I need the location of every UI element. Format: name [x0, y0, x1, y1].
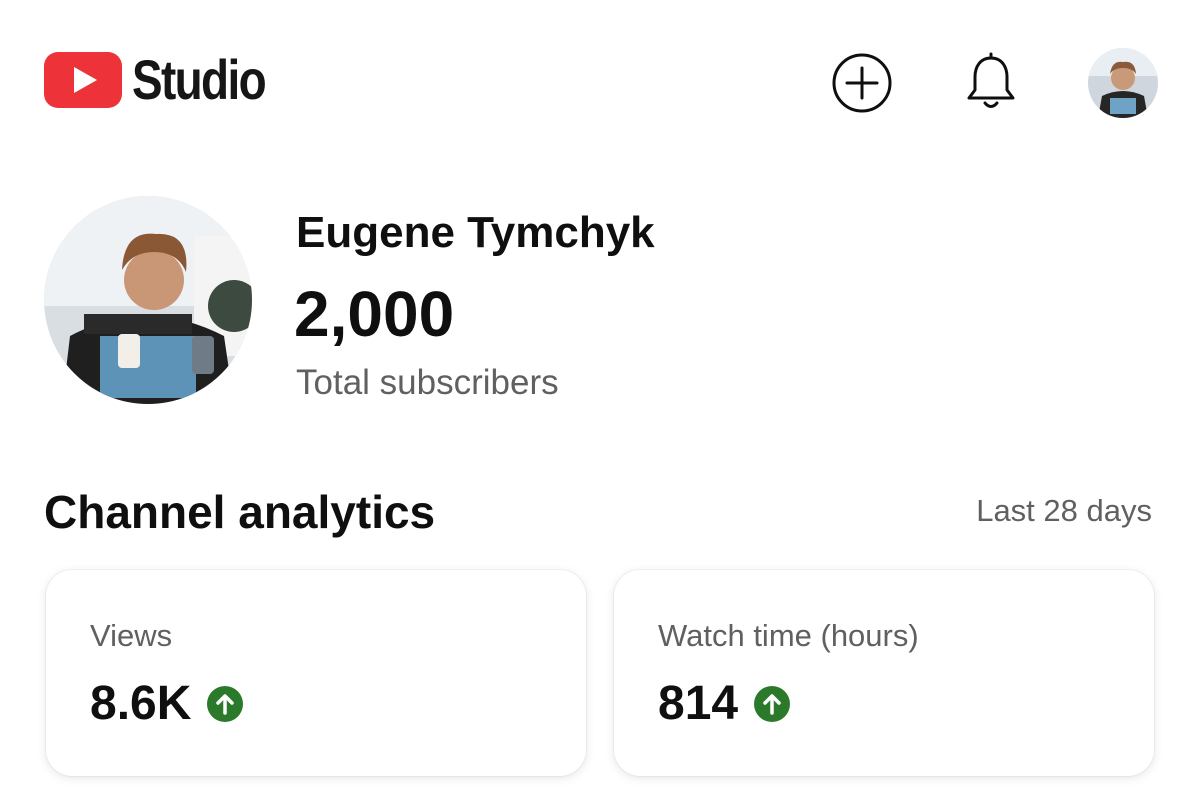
youtube-studio-logo[interactable]: Studio — [44, 52, 294, 108]
views-label: Views — [90, 618, 173, 653]
youtube-play-icon — [44, 52, 122, 108]
account-avatar[interactable] — [1088, 48, 1158, 118]
watch-time-card[interactable]: Watch time (hours) 814 — [614, 570, 1154, 776]
top-app-bar: Studio — [0, 0, 1200, 160]
create-button[interactable] — [829, 50, 895, 116]
views-value: 8.6K — [90, 677, 192, 730]
watch-time-label: Watch time (hours) — [658, 618, 919, 653]
watch-time-value: 814 — [658, 677, 739, 730]
watch-time-value-row: 814 — [658, 674, 791, 734]
subscriber-label: Total subscribers — [296, 363, 559, 402]
channel-avatar[interactable] — [44, 196, 252, 404]
trend-up-icon — [754, 686, 791, 722]
channel-name: Eugene Tymchyk — [296, 208, 655, 257]
analytics-period: Last 28 days — [976, 493, 1152, 528]
channel-avatar-image — [44, 196, 252, 404]
trend-up-icon — [207, 686, 244, 722]
avatar-image — [1088, 48, 1158, 118]
plus-circle-icon — [832, 53, 892, 113]
views-card[interactable]: Views 8.6K — [46, 570, 586, 776]
notifications-button[interactable] — [958, 50, 1024, 116]
subscriber-count: 2,000 — [294, 278, 455, 350]
views-value-row: 8.6K — [90, 674, 244, 734]
channel-analytics-title: Channel analytics — [44, 486, 436, 538]
bell-icon — [967, 52, 1015, 108]
logo-text: Studio — [132, 48, 267, 111]
